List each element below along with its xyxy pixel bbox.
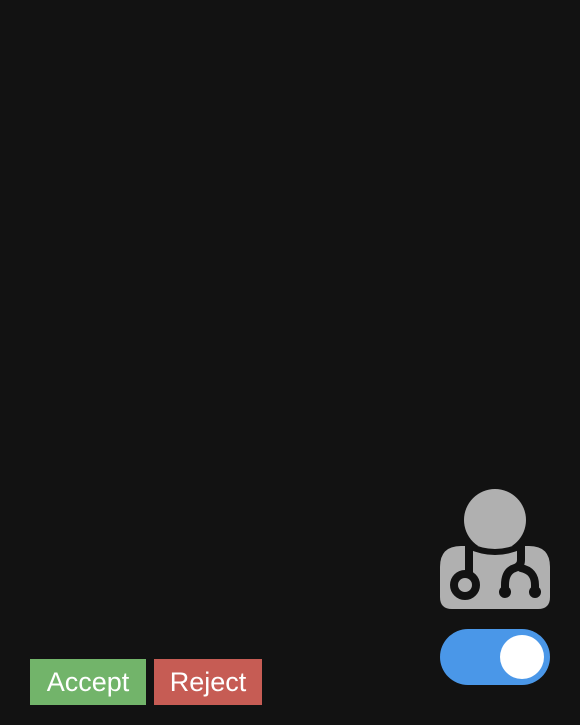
doctor-avatar-icon — [439, 488, 551, 610]
reject-button[interactable]: Reject — [154, 659, 262, 705]
toggle-knob — [500, 635, 544, 679]
accept-button[interactable]: Accept — [30, 659, 146, 705]
toggle-switch[interactable] — [440, 629, 550, 685]
